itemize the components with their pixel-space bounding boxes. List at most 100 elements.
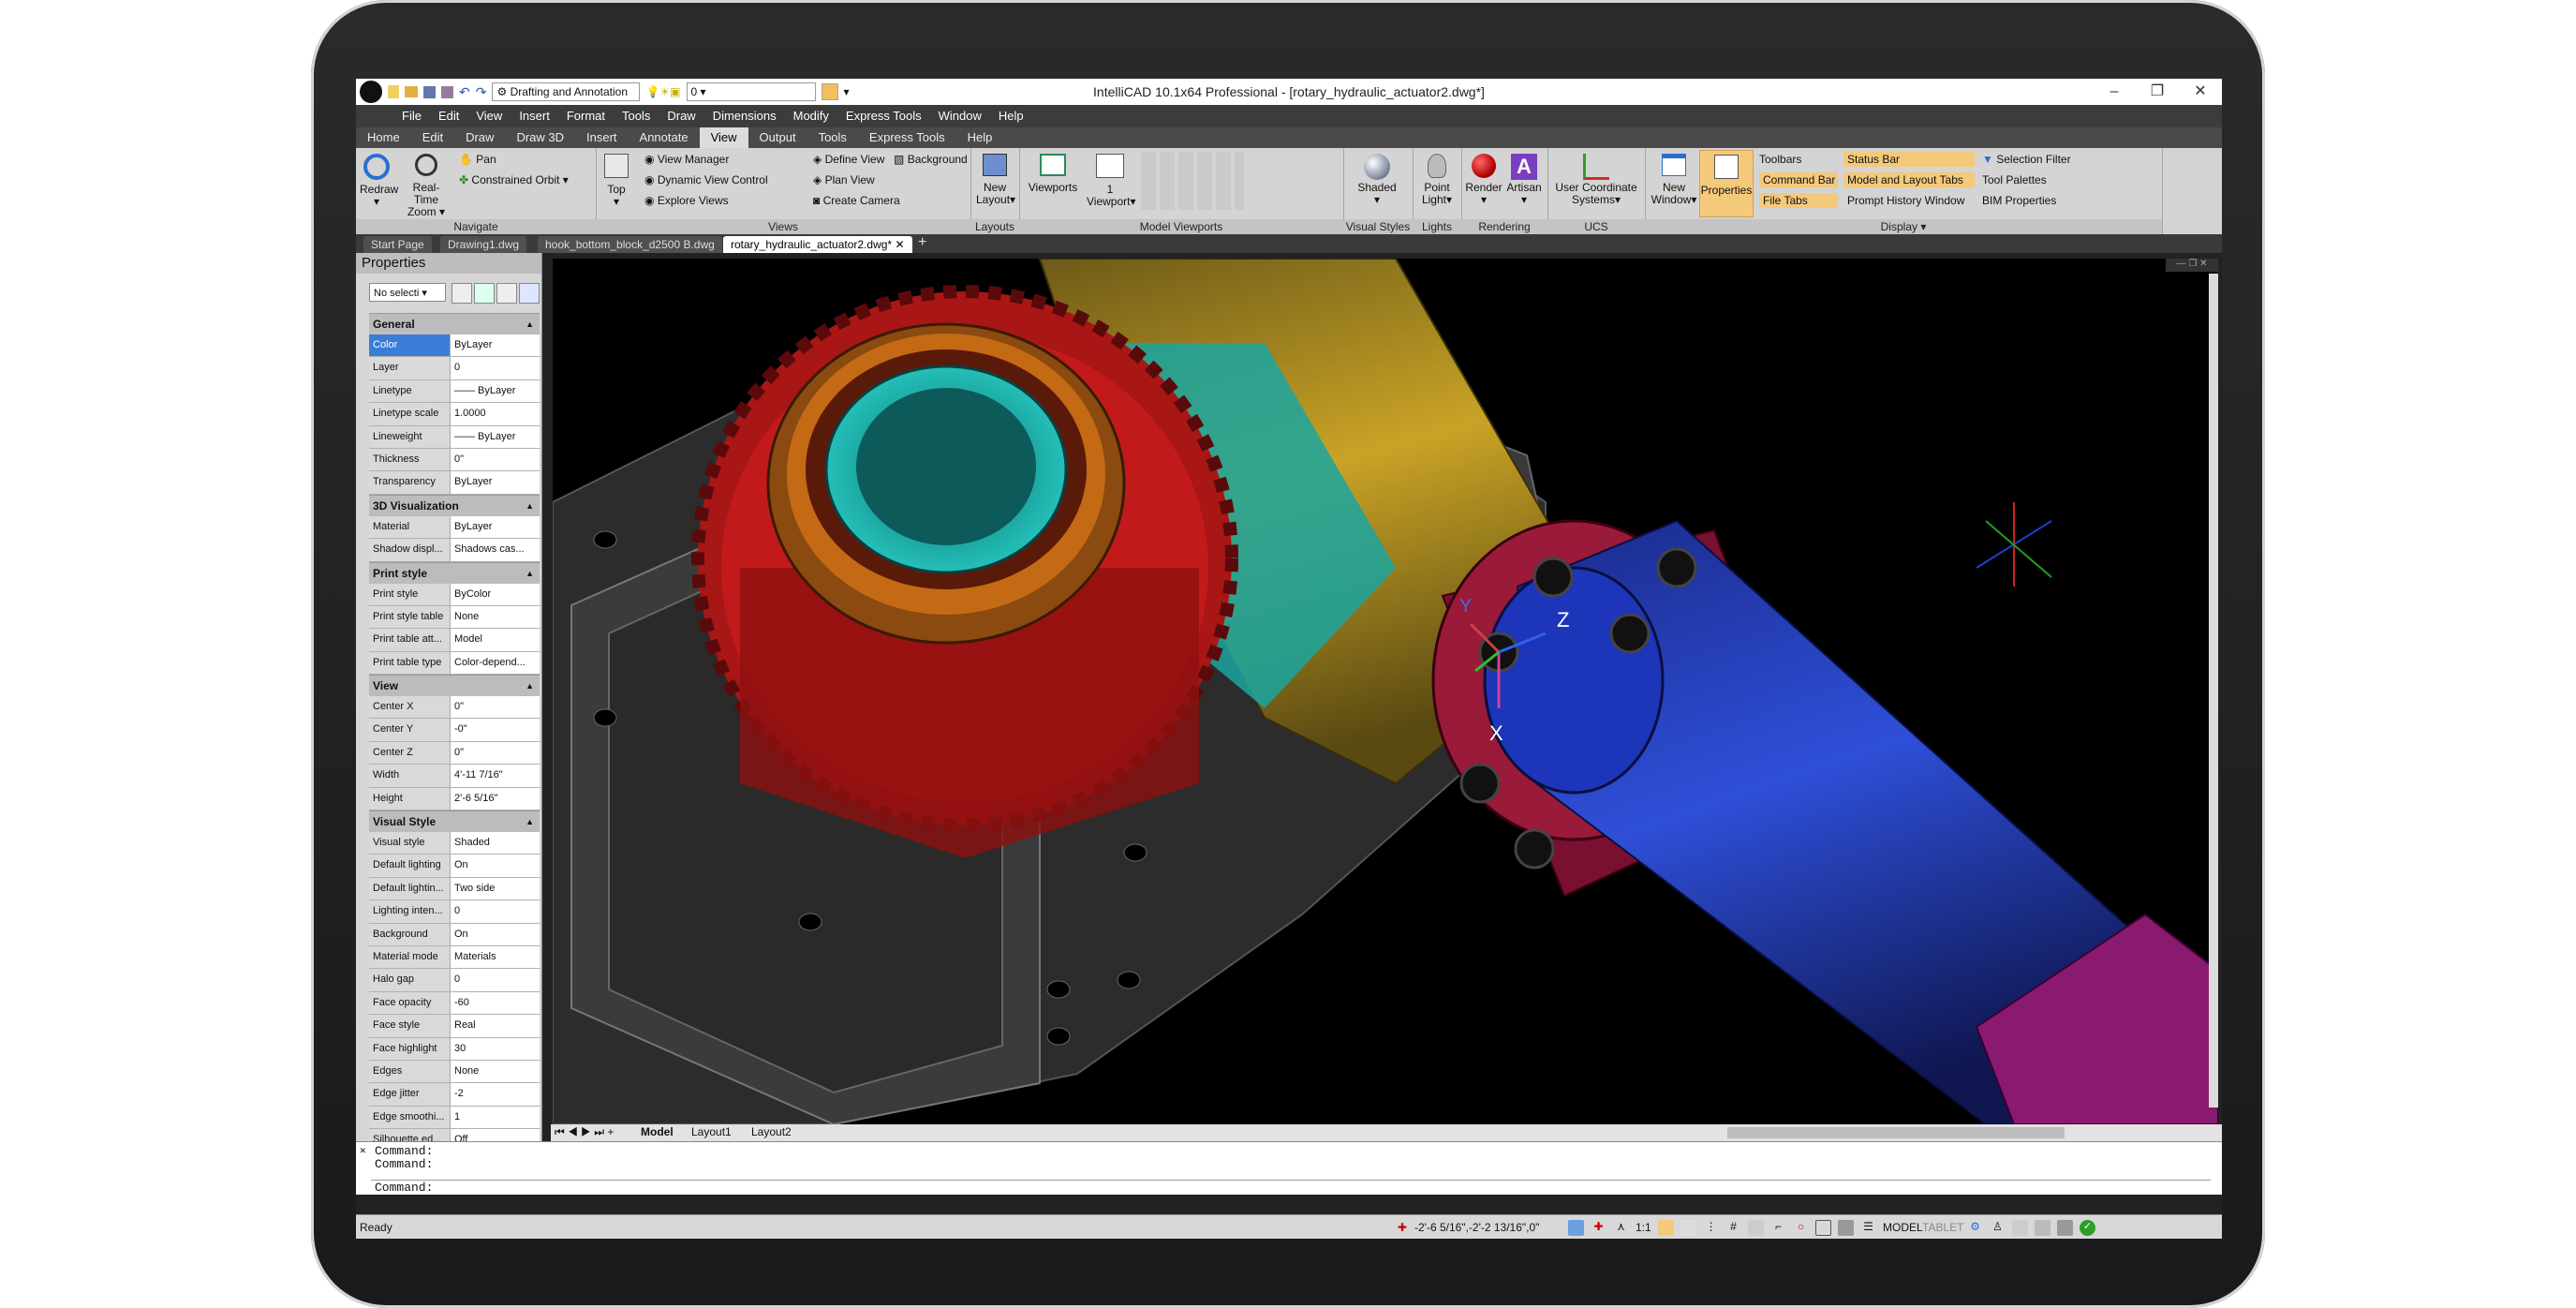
property-row[interactable]: Shadow displ... Shadows cas...: [369, 539, 540, 562]
background-button[interactable]: ▧ Background: [894, 152, 968, 167]
property-section-header[interactable]: View: [369, 675, 540, 697]
pan-button[interactable]: ✋ Pan: [459, 152, 496, 167]
menu-file[interactable]: File: [393, 105, 430, 127]
property-row[interactable]: Center Z 0": [369, 741, 540, 765]
property-row[interactable]: Edges None: [369, 1060, 540, 1084]
top-view-button[interactable]: Top ▾: [601, 154, 631, 208]
property-row[interactable]: Face style Real: [369, 1015, 540, 1038]
property-row[interactable]: Print style table None: [369, 605, 540, 630]
property-value[interactable]: 0": [451, 696, 540, 719]
realtime-zoom-button[interactable]: Real-Time Zoom ▾: [403, 154, 450, 218]
esnap-icon[interactable]: ○: [1793, 1220, 1809, 1236]
property-value[interactable]: 0": [451, 448, 540, 471]
vertical-scrollbar[interactable]: [2209, 274, 2218, 1107]
horizontal-scrollbar[interactable]: [1727, 1127, 2065, 1138]
tool-palettes-toggle[interactable]: Tool Palettes: [1982, 172, 2047, 187]
new-layout-button[interactable]: New Layout▾: [976, 154, 1015, 206]
property-value[interactable]: -60: [451, 991, 540, 1015]
property-row[interactable]: Edge jitter -2: [369, 1083, 540, 1107]
tab-tools[interactable]: Tools: [807, 127, 858, 148]
property-value[interactable]: 4'-11 7/16": [451, 765, 540, 787]
tablet-toggle[interactable]: TABLET: [1922, 1221, 1963, 1234]
crosshair-icon[interactable]: ✚: [1591, 1220, 1606, 1236]
property-value[interactable]: 2'-6 5/16": [451, 787, 540, 810]
layout-tab-layout2[interactable]: Layout2: [751, 1125, 792, 1138]
menu-insert[interactable]: Insert: [511, 105, 558, 127]
property-row[interactable]: Height 2'-6 5/16": [369, 787, 540, 811]
property-value[interactable]: 0: [451, 900, 540, 923]
property-value[interactable]: ByLayer: [451, 334, 540, 357]
constrained-orbit-button[interactable]: ✤ Constrained Orbit ▾: [459, 172, 569, 187]
selection-dropdown[interactable]: No selecti ▾: [369, 283, 446, 302]
new-window-button[interactable]: New Window▾: [1651, 154, 1697, 206]
property-row[interactable]: Background On: [369, 923, 540, 946]
workspace-icon[interactable]: [2012, 1220, 2028, 1236]
viewports-button[interactable]: Viewports: [1025, 154, 1081, 194]
isolate-icon[interactable]: [2057, 1220, 2073, 1236]
command-bar-toggle[interactable]: Command Bar: [1759, 172, 1838, 187]
property-value[interactable]: 0: [451, 357, 540, 379]
property-row[interactable]: Color ByLayer: [369, 334, 540, 358]
property-row[interactable]: Center Y -0": [369, 719, 540, 742]
property-value[interactable]: 30: [451, 1037, 540, 1060]
layout-tab-model[interactable]: Model: [641, 1125, 674, 1138]
tab-output[interactable]: Output: [748, 127, 807, 148]
polar-icon[interactable]: ⋏: [1613, 1220, 1629, 1236]
property-row[interactable]: Center X 0": [369, 696, 540, 720]
one-viewport-button[interactable]: 1 Viewport▾: [1087, 154, 1136, 208]
file-tab-start-page[interactable]: Start Page: [363, 236, 432, 253]
layout-tab-layout1[interactable]: Layout1: [691, 1125, 732, 1138]
property-row[interactable]: Thickness 0": [369, 448, 540, 472]
property-value[interactable]: —— ByLayer: [451, 425, 540, 448]
property-row[interactable]: Edge smoothi... 1: [369, 1106, 540, 1130]
plan-view-button[interactable]: ◈ Plan View: [813, 172, 875, 187]
property-row[interactable]: Face highlight 30: [369, 1037, 540, 1061]
property-value[interactable]: ByColor: [451, 583, 540, 605]
menu-window[interactable]: Window: [930, 105, 990, 127]
property-row[interactable]: Default lighting On: [369, 855, 540, 878]
property-value[interactable]: Off: [451, 1129, 540, 1141]
auto-scale-icon[interactable]: [1680, 1220, 1696, 1236]
model-viewport[interactable]: Y Z X — ❐ ✕: [553, 259, 2218, 1124]
toggle-pickadd-icon[interactable]: [452, 283, 472, 304]
settings-gear-icon[interactable]: ⚙: [1967, 1220, 1983, 1236]
command-close-icon[interactable]: ✕: [360, 1144, 366, 1157]
property-value[interactable]: -2: [451, 1083, 540, 1106]
properties-toggle-button[interactable]: Properties: [1699, 150, 1754, 217]
close-button[interactable]: ✕: [2179, 79, 2222, 105]
dynamic-input-icon[interactable]: [1838, 1220, 1854, 1236]
status-ok-icon[interactable]: ✓: [2080, 1220, 2095, 1236]
view-manager-button[interactable]: ◉ View Manager: [644, 152, 729, 167]
property-value[interactable]: On: [451, 923, 540, 945]
property-value[interactable]: Color-depend...: [451, 651, 540, 675]
property-value[interactable]: Real: [451, 1015, 540, 1037]
property-section-header[interactable]: Visual Style: [369, 810, 540, 833]
viewport-layout-icons[interactable]: [1141, 152, 1244, 210]
tab-draw[interactable]: Draw: [454, 127, 505, 148]
property-row[interactable]: Lineweight —— ByLayer: [369, 425, 540, 449]
status-bar-toggle[interactable]: Status Bar: [1843, 152, 1975, 167]
property-row[interactable]: Material mode Materials: [369, 945, 540, 970]
redraw-button[interactable]: Redraw ▾: [360, 154, 398, 208]
property-value[interactable]: 0": [451, 741, 540, 765]
new-tab-button[interactable]: +: [918, 234, 926, 251]
property-value[interactable]: -0": [451, 719, 540, 741]
property-row[interactable]: Halo gap 0: [369, 969, 540, 992]
selection-filter-toggle[interactable]: ▼ Selection Filter: [1982, 152, 2071, 167]
viewport-window-controls[interactable]: — ❐ ✕: [2166, 259, 2218, 272]
property-value[interactable]: Materials: [451, 945, 540, 969]
menu-modify[interactable]: Modify: [785, 105, 837, 127]
osnap-icon[interactable]: ⌐: [1770, 1220, 1786, 1236]
toolbars-toggle[interactable]: Toolbars: [1759, 152, 1838, 167]
select-objects-icon[interactable]: [474, 283, 495, 304]
clean-screen-icon[interactable]: [2035, 1220, 2050, 1236]
property-row[interactable]: Linetype scale 1.0000: [369, 403, 540, 426]
property-section-header[interactable]: 3D Visualization: [369, 494, 540, 516]
create-camera-button[interactable]: ◙ Create Camera: [813, 193, 900, 208]
point-light-button[interactable]: Point Light▾: [1416, 154, 1458, 206]
property-value[interactable]: —— ByLayer: [451, 379, 540, 403]
property-value[interactable]: 0: [451, 969, 540, 991]
tab-draw-3d[interactable]: Draw 3D: [505, 127, 575, 148]
prompt-history-toggle[interactable]: Prompt History Window: [1843, 193, 1964, 208]
property-value[interactable]: Model: [451, 629, 540, 651]
